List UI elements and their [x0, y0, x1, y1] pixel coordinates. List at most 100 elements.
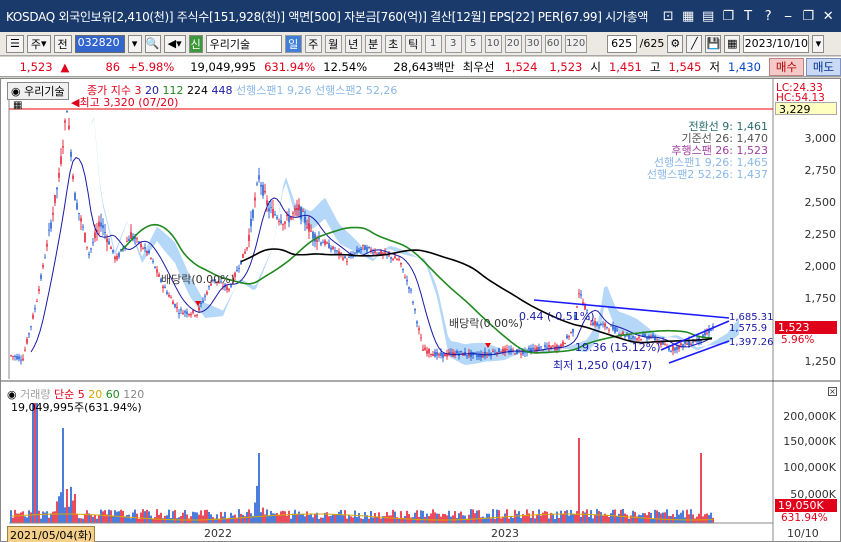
interval-20[interactable]: 20 [504, 34, 522, 53]
volume-bar [348, 515, 350, 523]
draw-icon[interactable]: ╱ [686, 34, 703, 53]
count-field[interactable]: 625 [606, 34, 637, 53]
volume-bar [578, 438, 580, 523]
stock-tab[interactable]: ◉ 우리기술 [7, 82, 69, 100]
volume-bar [196, 512, 198, 523]
period-year[interactable]: 년 [344, 34, 362, 53]
period-minute[interactable]: 분 [364, 34, 382, 53]
high-label: 고 [649, 59, 661, 74]
copy-icon[interactable]: ❐ [721, 9, 735, 24]
candle-body [414, 308, 416, 311]
chevron-down-icon[interactable]: ▾ [127, 34, 142, 53]
candle-body [674, 347, 676, 351]
candle-body [710, 329, 712, 331]
interval-120[interactable]: 120 [564, 34, 587, 53]
candle-body [288, 216, 290, 223]
candle-body [250, 218, 252, 227]
date-field[interactable]: 2023/10/10 [743, 34, 810, 53]
save-icon[interactable]: 💾 [705, 34, 722, 53]
volume-bar [414, 512, 416, 523]
volume-bar [568, 515, 570, 523]
tool-icon[interactable]: ⚙ [667, 34, 684, 53]
date-dropdown-icon[interactable]: ▾ [812, 34, 825, 53]
candle-body [52, 212, 54, 215]
period-tick[interactable]: 틱 [404, 34, 422, 53]
candle-body [362, 244, 364, 246]
type-select[interactable]: 주 ▾ [26, 34, 51, 53]
interval-1[interactable]: 1 [424, 34, 442, 53]
candle-body [256, 183, 258, 185]
candle-body [284, 221, 286, 224]
close-icon[interactable]: ✕ [821, 9, 835, 24]
candle-body [260, 184, 262, 187]
period-second[interactable]: 초 [384, 34, 402, 53]
calendar-icon[interactable]: ▦ [724, 34, 741, 53]
volume-bar [498, 510, 500, 523]
sell-button[interactable]: 매도 [805, 57, 841, 76]
volume-bar [564, 511, 566, 523]
grid-icon[interactable]: ▦ [13, 100, 22, 111]
close-panel-icon[interactable]: × [828, 387, 837, 396]
volume-bar [646, 515, 648, 523]
candle-body [88, 254, 90, 256]
candle-body [70, 151, 72, 157]
chart-area[interactable]: ◉ 우리기술 종가 지수 3 20 112 224 448 선행스팬1 9,26… [0, 78, 841, 542]
candle-body [528, 347, 530, 350]
stock-code-input[interactable]: 032820 [74, 34, 125, 53]
minimize-icon[interactable]: ⎯ [781, 9, 795, 24]
chart-icon[interactable]: ▤ [701, 9, 715, 24]
trend-val-1: 1,685.31 [729, 312, 774, 323]
candle-body [198, 307, 200, 311]
volume-bar [302, 513, 304, 523]
interval-5[interactable]: 5 [464, 34, 482, 53]
interval-60[interactable]: 60 [544, 34, 562, 53]
restore-icon[interactable]: ❐ [801, 9, 815, 24]
candle-body [406, 279, 408, 282]
interval-3[interactable]: 3 [444, 34, 462, 53]
current-price: 1,523 [19, 59, 53, 74]
volume-bar [60, 492, 62, 523]
period-month[interactable]: 월 [324, 34, 342, 53]
buy-button[interactable]: 매수 [768, 57, 804, 76]
period-day[interactable]: 일 [284, 34, 302, 53]
volume-bar [576, 511, 578, 523]
volume-bar [222, 516, 224, 523]
legend-span1: 선행스팬1 9,26 [235, 84, 312, 97]
menu-icon[interactable]: ☰ [6, 34, 24, 53]
title-bar: KOSDAQ 외국인보유[2,410(천)] 주식수[151,928(천)] 액… [0, 0, 841, 32]
volume-bar [26, 517, 28, 523]
volume-bar [18, 513, 20, 523]
volume-bar [12, 517, 14, 523]
candle-body [390, 257, 392, 259]
interval-30[interactable]: 30 [524, 34, 542, 53]
period-week[interactable]: 주 [304, 34, 322, 53]
candle-body [292, 212, 294, 214]
text-icon[interactable]: T [741, 9, 755, 24]
volume-bar [524, 515, 526, 523]
candle-body [642, 334, 644, 336]
candle-body [276, 217, 278, 219]
layout-icon[interactable]: ⊡ [661, 9, 675, 24]
volume-bar [198, 514, 200, 523]
stock-name-field[interactable]: 우리기술 [205, 34, 282, 53]
prev-button[interactable]: 전 [53, 34, 72, 53]
volume-bar [408, 514, 410, 523]
candle-body [502, 348, 504, 353]
candle-body [602, 323, 604, 325]
speaker-icon[interactable]: ◀▾ [163, 34, 186, 53]
volume-bar [234, 514, 236, 523]
volume-bar [672, 514, 674, 523]
candle-body [514, 353, 516, 355]
candle-body [114, 256, 116, 260]
search-icon[interactable]: 🔍 [144, 34, 161, 53]
candle-body [58, 172, 60, 178]
help-icon[interactable]: ? [761, 9, 775, 24]
volume-bar [422, 510, 424, 523]
volume-bar [534, 518, 536, 523]
grid-icon[interactable]: ▦ [681, 9, 695, 24]
candle-body [98, 221, 100, 227]
volume-bar [94, 514, 96, 523]
volume-bar [494, 518, 496, 523]
volume-bar [658, 512, 660, 523]
interval-10[interactable]: 10 [484, 34, 502, 53]
